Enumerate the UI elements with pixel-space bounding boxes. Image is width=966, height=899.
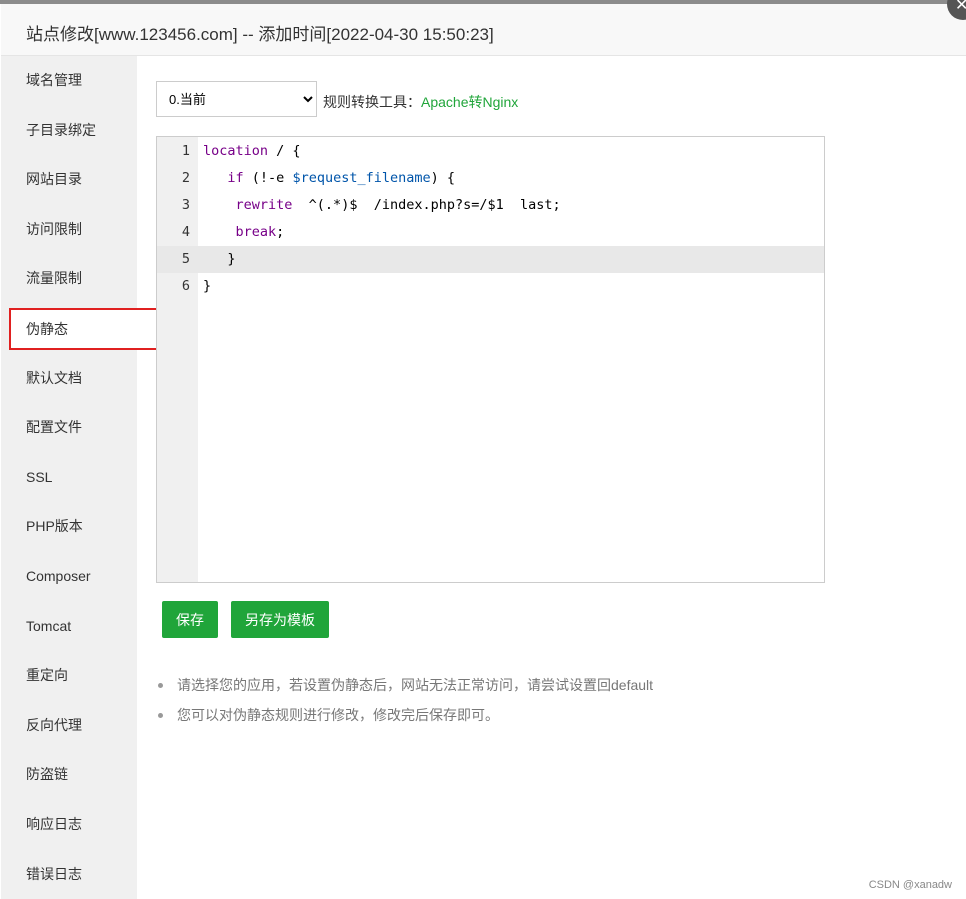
save-button[interactable]: 保存 — [162, 601, 218, 638]
convert-tool: 规则转换工具：Apache转Nginx — [323, 92, 518, 112]
sidebar-item-default-doc[interactable]: 默认文档 — [1, 354, 137, 404]
convert-tool-label: 规则转换工具： — [323, 94, 421, 110]
sidebar-item-subdir[interactable]: 子目录绑定 — [1, 106, 137, 156]
line-number: 2 — [181, 170, 190, 186]
code-line: 1 location / { — [157, 138, 824, 165]
sidebar-item-tomcat[interactable]: Tomcat — [1, 602, 137, 652]
sidebar-item-domain[interactable]: 域名管理 — [1, 56, 137, 106]
tips-list: 请选择您的应用，若设置伪静态后，网站无法正常访问，请尝试设置回default 您… — [158, 675, 653, 735]
code-line: 4 break; — [157, 219, 824, 246]
code-line-active: 5 } — [157, 246, 824, 273]
line-number: 6 — [181, 278, 190, 294]
code-editor[interactable]: 1 location / { 2 if (!-e $request_filenam… — [156, 136, 825, 583]
sidebar-item-access-log[interactable]: 响应日志 — [1, 800, 137, 850]
sidebar-item-ssl[interactable]: SSL — [1, 453, 137, 503]
line-number: 3 — [181, 197, 190, 213]
tip-item: 请选择您的应用，若设置伪静态后，网站无法正常访问，请尝试设置回default — [158, 675, 653, 705]
save-as-template-button[interactable]: 另存为模板 — [231, 601, 329, 638]
line-number: 5 — [181, 251, 190, 267]
sidebar-item-traffic-limit[interactable]: 流量限制 — [1, 254, 137, 304]
sidebar-item-hotlink[interactable]: 防盗链 — [1, 750, 137, 800]
sidebar-item-config[interactable]: 配置文件 — [1, 403, 137, 453]
apache-to-nginx-link[interactable]: Apache转Nginx — [421, 94, 518, 110]
sidebar-item-proxy[interactable]: 反向代理 — [1, 701, 137, 751]
sidebar-item-rewrite[interactable]: 伪静态 — [9, 307, 164, 350]
rewrite-template-select[interactable]: 0.当前 — [156, 81, 317, 117]
sidebar-item-php[interactable]: PHP版本 — [1, 502, 137, 552]
sidebar-item-composer[interactable]: Composer — [1, 552, 137, 602]
code-line: 3 rewrite ^(.*)$ /index.php?s=/$1 last; — [157, 192, 824, 219]
sidebar-item-access-limit[interactable]: 访问限制 — [1, 205, 137, 255]
sidebar-item-redirect[interactable]: 重定向 — [1, 651, 137, 701]
tip-item: 您可以对伪静态规则进行修改，修改完后保存即可。 — [158, 705, 653, 735]
code-line: 2 if (!-e $request_filename) { — [157, 165, 824, 192]
line-number: 1 — [181, 143, 190, 159]
dialog-title: 站点修改[www.123456.com] -- 添加时间[2022-04-30 … — [1, 4, 966, 56]
watermark: CSDN @xanadw — [868, 879, 952, 891]
sidebar: 域名管理 子目录绑定 网站目录 访问限制 流量限制 伪静态 默认文档 配置文件 … — [1, 56, 164, 899]
sidebar-item-error-log[interactable]: 错误日志 — [1, 850, 137, 899]
sidebar-item-site-dir[interactable]: 网站目录 — [1, 155, 137, 205]
line-number: 4 — [181, 224, 190, 240]
code-line: 6} — [157, 273, 824, 300]
